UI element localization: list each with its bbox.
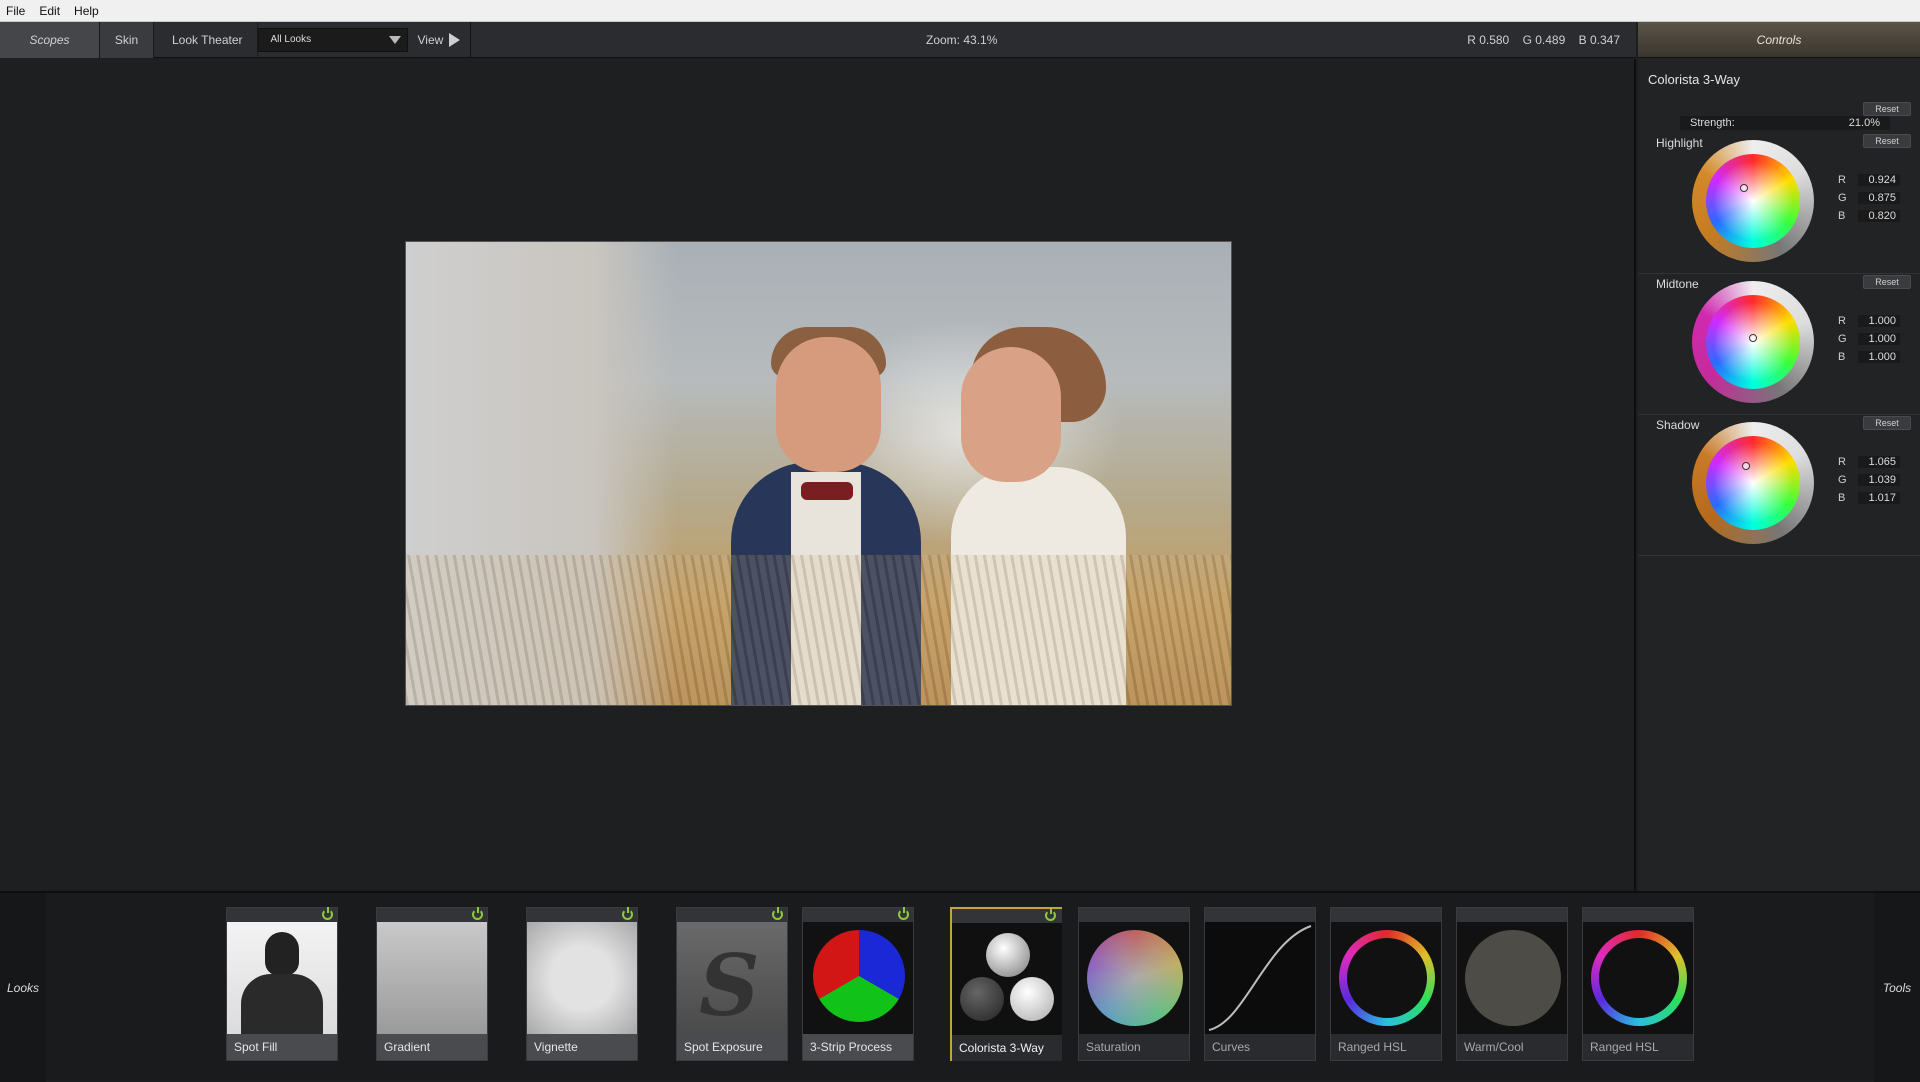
tile-label: 3-Strip Process	[803, 1034, 913, 1060]
saturation-thumbnail	[1079, 922, 1189, 1034]
preview-canvas[interactable]	[0, 59, 1636, 891]
midtone-g-value[interactable]: 1.000	[1858, 333, 1900, 345]
midtone-label: Midtone	[1656, 277, 1699, 291]
preview-image[interactable]	[405, 241, 1232, 706]
midtone-r-value[interactable]: 1.000	[1858, 315, 1900, 327]
tile-saturation[interactable]: Saturation	[1078, 907, 1190, 1061]
pixel-r-value: R 0.580	[1467, 33, 1510, 47]
toolbar-divider	[470, 21, 472, 58]
reset-strength-button[interactable]: Reset	[1863, 102, 1911, 116]
tile-3-strip-process[interactable]: 3-Strip Process	[802, 907, 914, 1061]
midtone-color-wheel[interactable]	[1692, 281, 1814, 403]
power-icon[interactable]	[898, 907, 909, 920]
tile-label: Colorista 3-Way	[952, 1035, 1062, 1061]
colorista-thumbnail	[952, 923, 1062, 1035]
effect-title: Colorista 3-Way	[1648, 72, 1740, 87]
tile-ranged-hsl-2[interactable]: Ranged HSL	[1582, 907, 1694, 1061]
view-button[interactable]: View	[418, 33, 444, 47]
reset-midtone-button[interactable]: Reset	[1863, 275, 1911, 289]
controls-header: Controls	[1638, 22, 1920, 58]
menu-edit[interactable]: Edit	[39, 4, 60, 18]
spot-exposure-thumbnail: S	[677, 922, 787, 1034]
shadow-r-value[interactable]: 1.065	[1858, 456, 1900, 468]
menu-bar: File Edit Help	[0, 0, 1920, 22]
tile-spot-exposure[interactable]: S Spot Exposure	[676, 907, 788, 1061]
shadow-b-value[interactable]: 1.017	[1858, 492, 1900, 504]
power-icon[interactable]	[1045, 908, 1056, 921]
tile-label: Ranged HSL	[1583, 1034, 1693, 1060]
zoom-readout: Zoom: 43.1%	[926, 33, 998, 47]
power-icon[interactable]	[472, 907, 483, 920]
power-icon[interactable]	[772, 907, 783, 920]
tile-gradient[interactable]: Gradient	[376, 907, 488, 1061]
curve-icon	[1208, 925, 1312, 1031]
tile-label: Vignette	[527, 1034, 637, 1060]
tile-colorista-3-way[interactable]: Colorista 3-Way	[950, 907, 1062, 1061]
highlight-section: Highlight Reset R 0.924 G 0.875 B 0.820	[1638, 134, 1920, 274]
power-icon[interactable]	[622, 907, 633, 920]
tile-label: Warm/Cool	[1457, 1034, 1567, 1060]
tile-vignette[interactable]: Vignette	[526, 907, 638, 1061]
tile-label: Gradient	[377, 1034, 487, 1060]
tile-curves[interactable]: Curves	[1204, 907, 1316, 1061]
play-icon[interactable]	[449, 32, 461, 47]
skin-button[interactable]: Skin	[100, 21, 154, 58]
shadow-color-wheel[interactable]	[1692, 422, 1814, 544]
looks-dropdown-value: All Looks	[270, 34, 312, 45]
pixel-b-value: B 0.347	[1578, 33, 1620, 47]
power-icon[interactable]	[322, 907, 333, 920]
highlight-g-value[interactable]: 0.875	[1858, 192, 1900, 204]
shadow-label: Shadow	[1656, 418, 1700, 432]
looks-tab[interactable]: Looks	[0, 893, 46, 1082]
controls-panel: Controls Colorista 3-Way Reset Strength:…	[1638, 22, 1920, 891]
highlight-r-value[interactable]: 0.924	[1858, 174, 1900, 186]
shadow-wheel-marker[interactable]	[1742, 462, 1750, 470]
highlight-label: Highlight	[1656, 136, 1703, 150]
chevron-down-icon	[388, 35, 401, 44]
tile-label: Curves	[1205, 1034, 1315, 1060]
tile-label: Spot Exposure	[677, 1034, 787, 1060]
midtone-rgb-values: R 1.000 G 1.000 B 1.000	[1838, 312, 1900, 366]
midtone-section: Midtone Reset R 1.000 G 1.000 B 1.000	[1638, 275, 1920, 415]
strength-label: Strength:	[1690, 117, 1735, 129]
ranged-hsl-2-thumbnail	[1583, 922, 1693, 1034]
menu-help[interactable]: Help	[74, 4, 99, 18]
looks-bar: Looks Tools Spot Fill Gradient Vignette …	[0, 891, 1920, 1082]
shadow-section: Shadow Reset R 1.065 G 1.039 B 1.017	[1638, 416, 1920, 556]
reset-shadow-button[interactable]: Reset	[1863, 416, 1911, 430]
spot-fill-thumbnail	[227, 922, 337, 1034]
shadow-rgb-values: R 1.065 G 1.039 B 1.017	[1838, 453, 1900, 507]
vignette-thumbnail	[527, 922, 637, 1034]
tile-warm-cool[interactable]: Warm/Cool	[1456, 907, 1568, 1061]
three-strip-thumbnail	[803, 922, 913, 1034]
shadow-g-value[interactable]: 1.039	[1858, 474, 1900, 486]
strength-slider[interactable]: Strength: 21.0%	[1680, 116, 1890, 130]
tile-ranged-hsl[interactable]: Ranged HSL	[1330, 907, 1442, 1061]
midtone-wheel-marker[interactable]	[1749, 334, 1757, 342]
scopes-button[interactable]: Scopes	[0, 21, 100, 58]
ranged-hsl-thumbnail	[1331, 922, 1441, 1034]
highlight-color-wheel[interactable]	[1692, 140, 1814, 262]
midtone-b-value[interactable]: 1.000	[1858, 351, 1900, 363]
strength-value: 21.0%	[1848, 117, 1880, 129]
tile-label: Saturation	[1079, 1034, 1189, 1060]
highlight-wheel-marker[interactable]	[1740, 184, 1748, 192]
highlight-rgb-values: R 0.924 G 0.875 B 0.820	[1838, 171, 1900, 225]
highlight-b-value[interactable]: 0.820	[1858, 210, 1900, 222]
toolbar: Scopes Skin Look Theater All Looks View …	[0, 21, 1636, 58]
tile-label: Ranged HSL	[1331, 1034, 1441, 1060]
curves-thumbnail	[1205, 922, 1315, 1034]
menu-file[interactable]: File	[6, 4, 25, 18]
pixel-g-value: G 0.489	[1522, 33, 1566, 47]
gradient-thumbnail	[377, 922, 487, 1034]
reset-highlight-button[interactable]: Reset	[1863, 134, 1911, 148]
pixel-rgb-readout: R 0.580 G 0.489 B 0.347	[1457, 33, 1620, 47]
look-theater-label: Look Theater	[154, 21, 258, 58]
tools-tab[interactable]: Tools	[1874, 893, 1920, 1082]
looks-dropdown[interactable]: All Looks	[257, 27, 408, 52]
tile-spot-fill[interactable]: Spot Fill	[226, 907, 338, 1061]
tile-label: Spot Fill	[227, 1034, 337, 1060]
warm-cool-thumbnail	[1457, 922, 1567, 1034]
